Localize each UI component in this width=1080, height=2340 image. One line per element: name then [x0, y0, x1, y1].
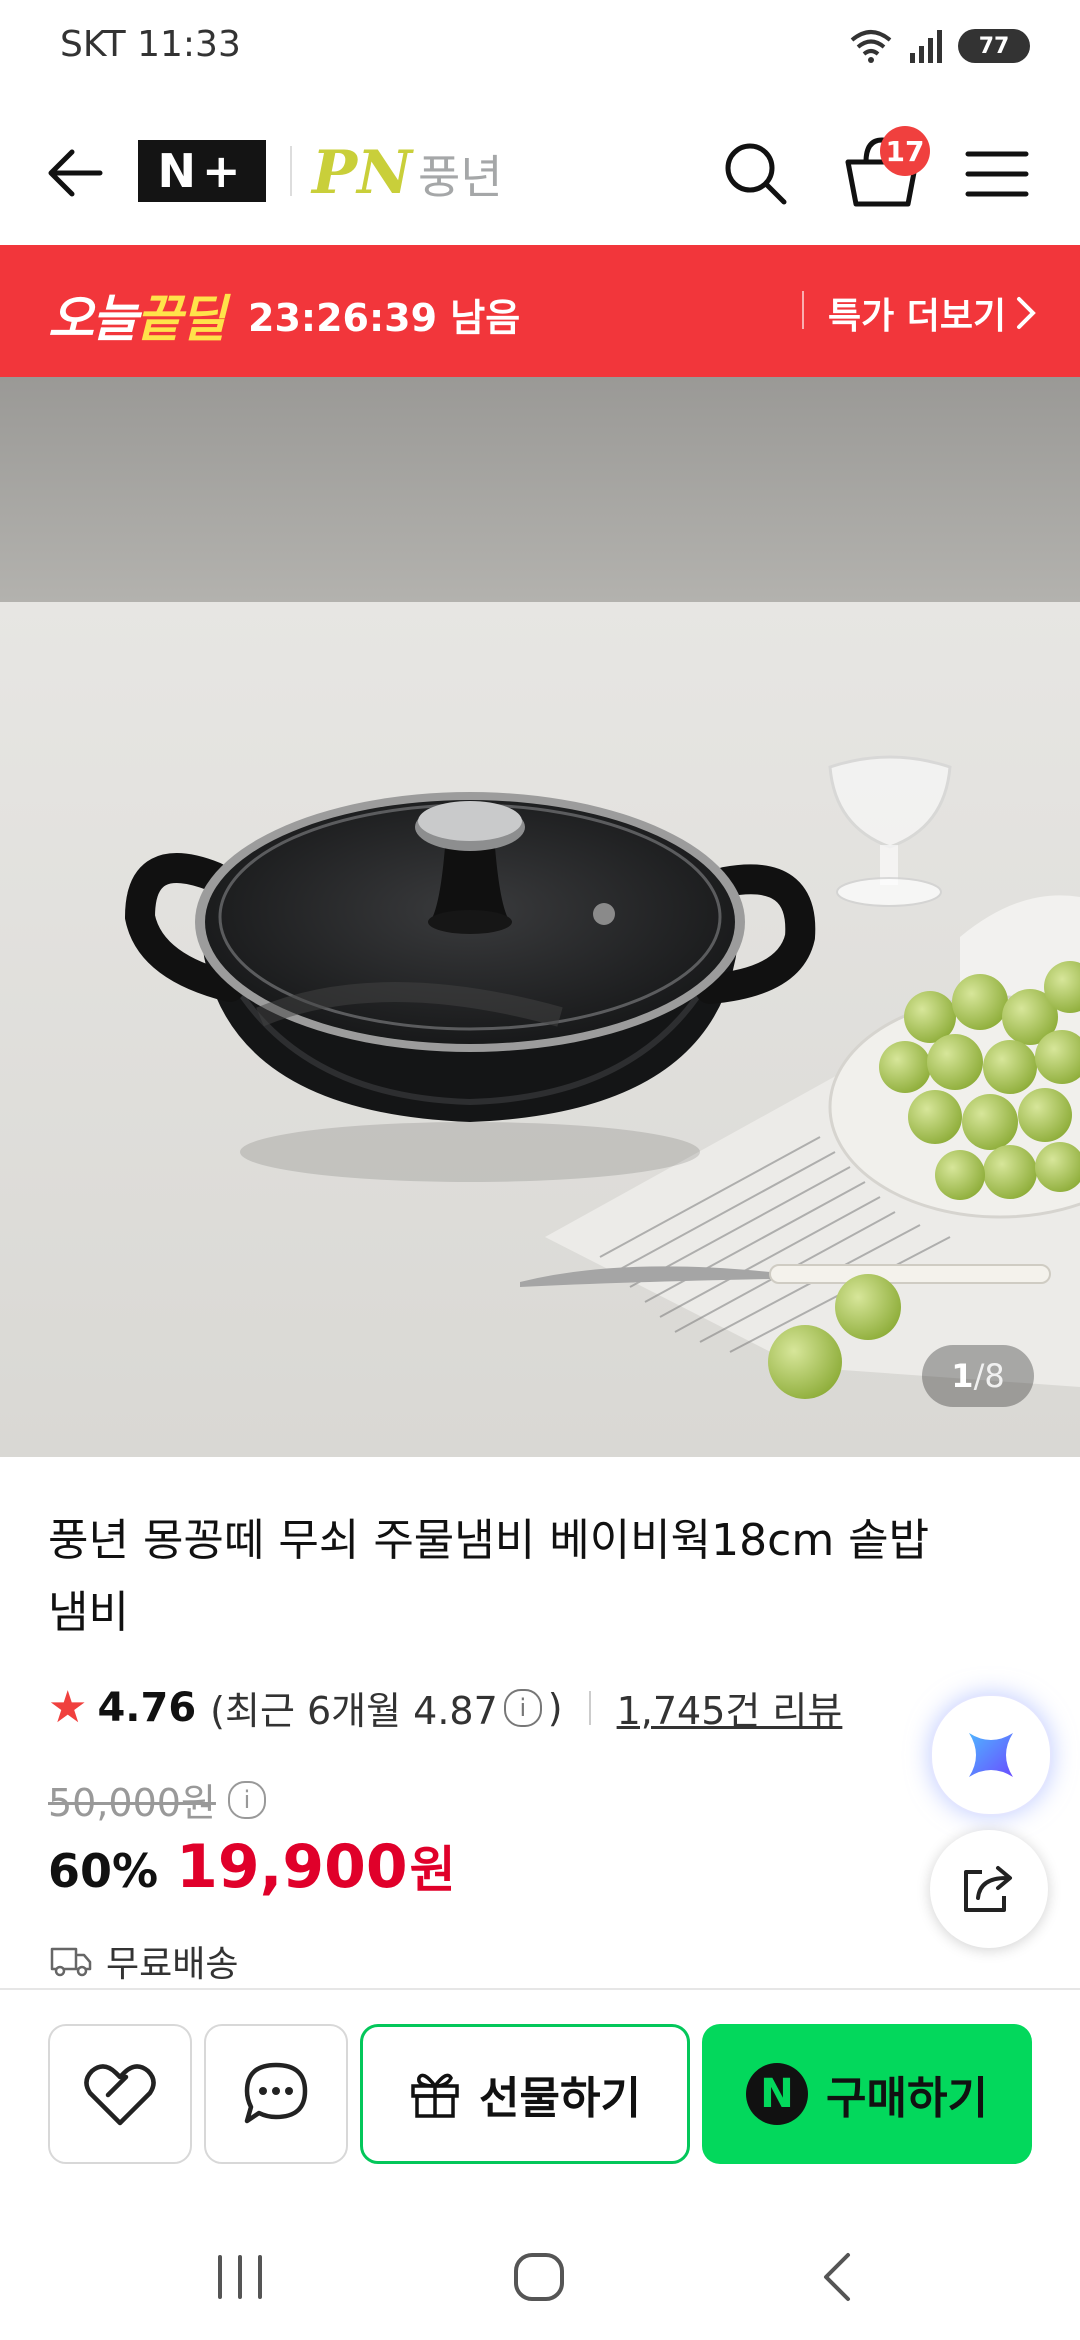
- brand-logo[interactable]: PN 풍년: [312, 138, 503, 208]
- recent-rating-close: ): [547, 1685, 563, 1730]
- deal-title: 오늘끝딜: [48, 279, 226, 351]
- price-info-icon[interactable]: i: [227, 1780, 266, 1819]
- rating-score: 4.76: [97, 1684, 197, 1731]
- review-count-link[interactable]: 1,745건 리뷰: [617, 1680, 843, 1735]
- status-icons: 77: [848, 28, 1030, 64]
- deal-title-end: 끝딜: [136, 290, 226, 348]
- sale-price: 19,900: [176, 1832, 408, 1902]
- heart-clip-icon: [84, 2064, 156, 2126]
- gift-icon: [411, 2073, 459, 2118]
- search-icon[interactable]: [720, 138, 790, 208]
- buy-label: 구매하기: [826, 2073, 988, 2124]
- image-page-current: 1: [951, 1357, 974, 1395]
- original-price: 50,000원: [48, 1781, 216, 1825]
- brand-logo-latin: PN: [312, 138, 412, 208]
- truck-icon: [50, 1947, 92, 1977]
- sale-price-row: 60% 19,900 원: [48, 1830, 456, 1902]
- original-price-row: 50,000원 i: [48, 1772, 266, 1827]
- carrier-time: SKT 11:33: [60, 24, 241, 65]
- today-deal-banner[interactable]: 오늘끝딜 23:26:39 남음 특가 더보기: [0, 245, 1080, 377]
- ai-assistant-button[interactable]: [930, 1694, 1052, 1816]
- cart-count-badge: 17: [880, 126, 930, 176]
- info-icon[interactable]: i: [503, 1688, 542, 1727]
- home-icon[interactable]: [500, 2247, 580, 2307]
- bottom-action-bar: 선물하기 N 구매하기: [0, 1988, 1080, 2205]
- rating-row: ★ 4.76 (최근 6개월 4.87 i ) 1,745건 리뷰: [48, 1680, 842, 1735]
- wishlist-button[interactable]: [48, 2024, 192, 2164]
- battery-icon: 77: [958, 29, 1030, 63]
- sale-price-currency: 원: [409, 1841, 456, 1899]
- recent-apps-icon[interactable]: [200, 2247, 280, 2307]
- nplus-store-logo[interactable]: N+: [138, 140, 266, 202]
- share-button[interactable]: [930, 1830, 1048, 1948]
- app-header: N+ PN 풍년 17: [0, 100, 1080, 245]
- deal-more-label: 특가 더보기: [828, 296, 1007, 337]
- buy-button[interactable]: N 구매하기: [702, 2024, 1032, 2164]
- system-nav-bar: [0, 2203, 1080, 2340]
- shipping-info: 무료배송: [50, 1935, 238, 1987]
- deal-title-today: 오늘: [48, 290, 138, 348]
- status-bar: SKT 11:33 77: [0, 0, 1080, 100]
- image-page-total: 8: [984, 1357, 1005, 1395]
- product-image-carousel[interactable]: [0, 377, 1080, 1457]
- star-icon: ★: [48, 1682, 88, 1733]
- sparkle-logo-icon: [969, 1733, 1013, 1777]
- deal-divider: [802, 291, 804, 329]
- menu-icon[interactable]: [962, 144, 1032, 204]
- brand-logo-korean: 풍년: [417, 150, 503, 204]
- deal-more-link[interactable]: 특가 더보기: [828, 287, 1036, 339]
- recent-rating-text: (최근 6개월 4.87: [210, 1689, 498, 1733]
- product-photo: [0, 377, 1080, 1457]
- back-nav-icon[interactable]: [800, 2247, 880, 2307]
- back-arrow-icon[interactable]: [40, 138, 110, 208]
- image-page-separator: /: [973, 1357, 985, 1395]
- gift-button[interactable]: 선물하기: [360, 2024, 690, 2164]
- logo-divider: [290, 146, 292, 196]
- shipping-label: 무료배송: [106, 1944, 239, 1985]
- rating-divider: [588, 1690, 591, 1725]
- chat-bubble-icon: [244, 2062, 308, 2124]
- product-title: 풍년 몽꽁떼 무쇠 주물냄비 베이비웍18cm 솥밥 냄비: [48, 1515, 930, 1638]
- wifi-icon: [850, 30, 892, 63]
- chevron-right-icon: [1017, 297, 1036, 329]
- signal-icon: [910, 30, 942, 63]
- gift-label: 선물하기: [479, 2073, 641, 2124]
- deal-timer: 23:26:39 남음: [248, 296, 521, 340]
- image-page-counter: 1/8: [922, 1345, 1034, 1407]
- talk-button[interactable]: [204, 2024, 348, 2164]
- battery-level: 77: [978, 33, 1010, 59]
- discount-rate: 60%: [48, 1844, 159, 1898]
- naver-n-icon: N: [746, 2063, 809, 2125]
- share-icon: [964, 1866, 1012, 1912]
